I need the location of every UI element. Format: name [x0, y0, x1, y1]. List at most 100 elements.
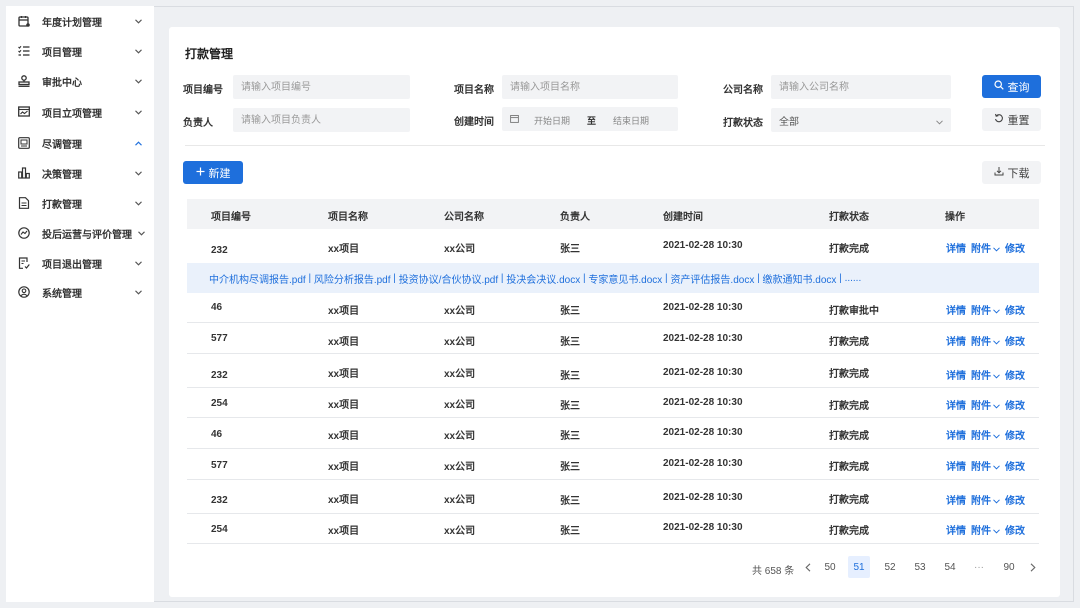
edit-link[interactable]: 修改: [1005, 492, 1025, 507]
page-button[interactable]: 54: [939, 556, 961, 578]
cell-created-time: 2021-02-28 10:30: [663, 397, 743, 408]
attachment-more[interactable]: ......: [845, 273, 862, 284]
attachment-file-link[interactable]: 中介机构尽调报告.pdf: [209, 271, 306, 286]
edit-link[interactable]: 修改: [1005, 333, 1025, 348]
sidebar-item-annual-plan[interactable]: 年度计划管理: [6, 9, 154, 33]
page-button[interactable]: 53: [909, 556, 931, 578]
sidebar-item-post-investment[interactable]: 投后运营与评价管理: [6, 221, 154, 245]
download-button-label: 下载: [1007, 167, 1030, 180]
attachment-file-link[interactable]: 专家意见书.docx: [588, 271, 662, 286]
reset-button[interactable]: 重置: [982, 108, 1041, 131]
chevron-down-icon: [135, 289, 142, 296]
table-row[interactable]: 232 xx项目 xx公司 张三 2021-02-28 10:30 打款完成 详…: [187, 231, 1039, 263]
attachment-file-link[interactable]: 资产评估报告.docx: [670, 271, 754, 286]
attachment-dropdown[interactable]: 附件: [971, 302, 1000, 317]
detail-link[interactable]: 详情: [946, 522, 966, 537]
sidebar-item-project-exit[interactable]: 项目退出管理: [6, 251, 154, 275]
sidebar-item-due-diligence[interactable]: 尽调管理: [6, 131, 154, 155]
attachment-file-link[interactable]: 投决会决议.docx: [506, 271, 580, 286]
cell-project-name: xx项目: [328, 337, 360, 348]
calendar-icon: [510, 114, 519, 125]
sidebar-item-label: 决策管理: [42, 169, 82, 181]
attachment-file-link[interactable]: 投资协议/合伙协议.pdf: [399, 271, 498, 286]
attachment-file-link[interactable]: 风险分析报告.pdf: [314, 271, 391, 286]
project-code-input[interactable]: [233, 75, 410, 99]
edit-link[interactable]: 修改: [1005, 522, 1025, 537]
sidebar-item-payment[interactable]: 打款管理: [6, 191, 154, 215]
sidebar-item-project-initiation[interactable]: 项目立项管理: [6, 100, 154, 124]
next-page-button[interactable]: [1022, 556, 1044, 578]
cell-created-time: 2021-02-28 10:30: [663, 333, 743, 344]
attachment-label: 附件: [971, 306, 991, 317]
table-row[interactable]: 254 xx项目 xx公司 张三 2021-02-28 10:30 打款完成 详…: [187, 388, 1039, 418]
end-date-field[interactable]: 结束日期: [613, 114, 649, 127]
cell-owner: 张三: [560, 462, 580, 473]
page-button-current[interactable]: 51: [848, 556, 870, 578]
attachment-dropdown[interactable]: 附件: [971, 427, 1000, 442]
start-date-field[interactable]: 开始日期: [534, 114, 570, 127]
table-row[interactable]: 232 xx项目 xx公司 张三 2021-02-28 10:30 打款完成 详…: [187, 480, 1039, 514]
chevron-down-icon: [993, 499, 1000, 504]
edit-link[interactable]: 修改: [1005, 458, 1025, 473]
sidebar-item-project-management[interactable]: 项目管理: [6, 39, 154, 63]
add-new-button[interactable]: 新建: [183, 161, 243, 184]
page-button[interactable]: 90: [998, 556, 1020, 578]
user-circle-icon: [18, 286, 30, 298]
project-name-input[interactable]: [502, 75, 678, 99]
cell-project-code: 577: [211, 460, 228, 471]
attachment-dropdown[interactable]: 附件: [971, 522, 1000, 537]
attachment-dropdown[interactable]: 附件: [971, 492, 1000, 507]
table-row[interactable]: 46 xx项目 xx公司 张三 2021-02-28 10:30 打款完成 详情…: [187, 418, 1039, 449]
attachment-dropdown[interactable]: 附件: [971, 367, 1000, 382]
table-row[interactable]: 46 xx项目 xx公司 张三 2021-02-28 10:30 打款审批中 详…: [187, 293, 1039, 323]
detail-link[interactable]: 详情: [946, 302, 966, 317]
sidebar-item-system[interactable]: 系统管理: [6, 280, 154, 304]
cell-payment-status: 打款完成: [829, 526, 869, 537]
edit-link[interactable]: 修改: [1005, 397, 1025, 412]
attachment-dropdown[interactable]: 附件: [971, 240, 1000, 255]
cell-owner: 张三: [560, 431, 580, 442]
sidebar: 年度计划管理 项目管理 审批中心 项目立项管理 尽调管理 决策管理 打款管理 投…: [6, 6, 154, 602]
table-row[interactable]: 232 xx项目 xx公司 张三 2021-02-28 10:30 打款完成 详…: [187, 355, 1039, 388]
sidebar-item-label: 尽调管理: [42, 139, 82, 151]
search-button[interactable]: 查询: [982, 75, 1041, 98]
edit-link[interactable]: 修改: [1005, 240, 1025, 255]
attachment-dropdown[interactable]: 附件: [971, 333, 1000, 348]
prev-page-button[interactable]: [797, 556, 819, 578]
date-range-picker[interactable]: 开始日期 至 结束日期: [502, 107, 678, 131]
detail-link[interactable]: 详情: [946, 367, 966, 382]
row-actions: 详情 附件 修改: [946, 458, 1025, 473]
cell-owner: 张三: [560, 306, 580, 317]
edit-link[interactable]: 修改: [1005, 367, 1025, 382]
detail-link[interactable]: 详情: [946, 458, 966, 473]
table-row[interactable]: 577 xx项目 xx公司 张三 2021-02-28 10:30 打款完成 详…: [187, 324, 1039, 354]
detail-link[interactable]: 详情: [946, 240, 966, 255]
detail-link[interactable]: 详情: [946, 397, 966, 412]
attachment-dropdown[interactable]: 附件: [971, 397, 1000, 412]
detail-link[interactable]: 详情: [946, 492, 966, 507]
page-button[interactable]: 50: [819, 556, 841, 578]
cell-company-name: xx公司: [444, 306, 476, 317]
chevron-down-icon: [135, 78, 142, 85]
sidebar-item-label: 项目退出管理: [42, 259, 102, 271]
cell-payment-status: 打款完成: [829, 431, 869, 442]
edit-link[interactable]: 修改: [1005, 302, 1025, 317]
page-ellipsis[interactable]: ···: [968, 556, 990, 578]
attachment-file-link[interactable]: 缴款通知书.docx: [763, 271, 837, 286]
edit-link[interactable]: 修改: [1005, 427, 1025, 442]
download-button[interactable]: 下载: [982, 161, 1041, 184]
sidebar-item-decision[interactable]: 决策管理: [6, 161, 154, 185]
detail-link[interactable]: 详情: [946, 333, 966, 348]
page-button[interactable]: 52: [879, 556, 901, 578]
owner-input[interactable]: [233, 108, 410, 132]
attachment-dropdown[interactable]: 附件: [971, 458, 1000, 473]
detail-link[interactable]: 详情: [946, 427, 966, 442]
payment-status-select[interactable]: 全部: [771, 108, 951, 132]
column-header: 创建时间: [663, 212, 703, 223]
table-row[interactable]: 254 xx项目 xx公司 张三 2021-02-28 10:30 打款完成 详…: [187, 514, 1039, 544]
company-name-input[interactable]: [771, 75, 951, 99]
sidebar-item-approval-center[interactable]: 审批中心: [6, 69, 154, 93]
table-row[interactable]: 577 xx项目 xx公司 张三 2021-02-28 10:30 打款完成 详…: [187, 449, 1039, 480]
chevron-down-icon: [135, 18, 142, 25]
chevron-down-icon: [936, 117, 943, 128]
